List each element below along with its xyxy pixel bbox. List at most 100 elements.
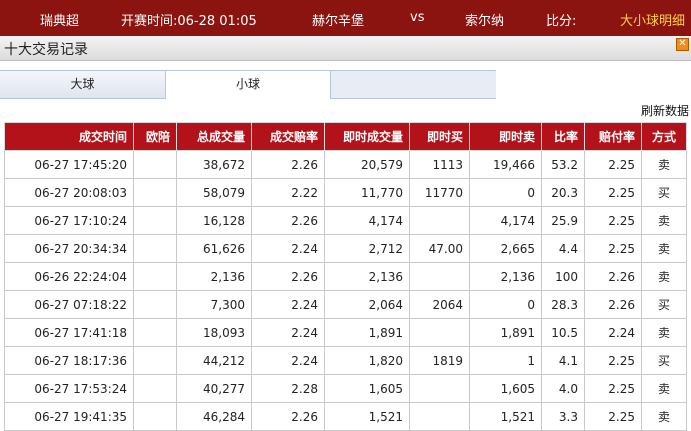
cell-ratio: 10.5 (541, 318, 585, 347)
cell-trade-time: 06-27 20:34:34 (4, 234, 134, 263)
cell-instant-volume: 1,521 (324, 402, 410, 431)
cell-instant-volume: 11,770 (324, 178, 410, 207)
cell-ratio: 28.3 (541, 290, 585, 319)
cell-total-volume: 18,093 (176, 318, 252, 347)
cell-instant-volume: 20,579 (324, 150, 410, 179)
cell-total-volume: 38,672 (176, 150, 252, 179)
cell-instant-buy (409, 374, 470, 403)
tab-bar: 大球 小球 (0, 70, 496, 99)
cell-euro-odds (133, 206, 177, 235)
cell-trade-time: 06-27 17:45:20 (4, 150, 134, 179)
cell-total-volume: 46,284 (176, 402, 252, 431)
cell-instant-buy (409, 402, 470, 431)
cell-instant-sell: 1,605 (469, 374, 542, 403)
table-row: 06-27 20:34:34 61,626 2.24 2,712 47.00 2,665 4… (4, 234, 687, 263)
cell-payout-rate: 2.25 (584, 150, 642, 179)
tab-under[interactable]: 小球 (166, 71, 331, 99)
cell-method: 卖 (641, 234, 687, 263)
cell-total-volume: 40,277 (176, 374, 252, 403)
trade-records-table: 成交时间 欧陪 总成交量 成交赔率 即时成交量 即时买 即时卖 比率 赔付率 方… (4, 122, 687, 431)
cell-instant-sell: 0 (469, 290, 542, 319)
cell-instant-sell: 1 (469, 346, 542, 375)
cell-total-volume: 16,128 (176, 206, 252, 235)
cell-instant-buy: 47.00 (409, 234, 470, 263)
col-header-ratio: 比率 (541, 122, 585, 151)
kickoff-time: 开赛时间:06-28 01:05 (121, 14, 257, 29)
cell-instant-volume: 1,820 (324, 346, 410, 375)
cell-trade-time: 06-27 17:10:24 (4, 206, 134, 235)
cell-method: 买 (641, 346, 687, 375)
cell-instant-volume: 1,891 (324, 318, 410, 347)
refresh-data-link[interactable]: 刷新数据 (641, 102, 689, 119)
tab-over[interactable]: 大球 (0, 71, 166, 98)
cell-trade-odds: 2.24 (251, 346, 325, 375)
cell-trade-odds: 2.28 (251, 374, 325, 403)
table-row: 06-27 17:45:20 38,672 2.26 20,579 1113 19,466… (4, 150, 687, 179)
cell-instant-buy: 1819 (409, 346, 470, 375)
cell-instant-buy: 11770 (409, 178, 470, 207)
cell-instant-sell: 19,466 (469, 150, 542, 179)
cell-ratio: 100 (541, 262, 585, 291)
cell-trade-odds: 2.22 (251, 178, 325, 207)
away-team: 索尔纳 (465, 14, 505, 29)
cell-instant-sell: 0 (469, 178, 542, 207)
table-row: 06-27 17:10:24 16,128 2.26 4,174 4,174 25.9 2.… (4, 206, 687, 235)
cell-instant-sell: 2,665 (469, 234, 542, 263)
col-header-payout-rate: 赔付率 (584, 122, 642, 151)
cell-payout-rate: 2.25 (584, 234, 642, 263)
cell-method: 卖 (641, 206, 687, 235)
cell-trade-time: 06-27 18:17:36 (4, 346, 134, 375)
cell-method: 卖 (641, 150, 687, 179)
cell-ratio: 25.9 (541, 206, 585, 235)
cell-instant-sell: 2,136 (469, 262, 542, 291)
cell-total-volume: 2,136 (176, 262, 252, 291)
cell-method: 卖 (641, 402, 687, 431)
cell-payout-rate: 2.25 (584, 402, 642, 431)
cell-trade-time: 06-27 19:41:35 (4, 402, 134, 431)
cell-trade-odds: 2.26 (251, 206, 325, 235)
cell-euro-odds (133, 178, 177, 207)
col-header-trade-odds: 成交赔率 (251, 122, 325, 151)
cell-ratio: 4.4 (541, 234, 585, 263)
cell-payout-rate: 2.25 (584, 346, 642, 375)
panel-title: 十大交易记录 (4, 42, 88, 58)
cell-method: 卖 (641, 318, 687, 347)
score-label: 比分: (546, 14, 577, 29)
cell-trade-odds: 2.24 (251, 290, 325, 319)
cell-trade-odds: 2.24 (251, 318, 325, 347)
cell-trade-time: 06-26 22:24:04 (4, 262, 134, 291)
cell-instant-buy (409, 318, 470, 347)
cell-trade-time: 06-27 17:41:18 (4, 318, 134, 347)
col-header-trade-time: 成交时间 (4, 122, 134, 151)
table-header-row: 成交时间 欧陪 总成交量 成交赔率 即时成交量 即时买 即时卖 比率 赔付率 方… (4, 122, 687, 151)
table-row: 06-27 18:17:36 44,212 2.24 1,820 1819 1 4.1 2.2… (4, 346, 687, 375)
col-header-instant-buy: 即时买 (409, 122, 470, 151)
cell-total-volume: 44,212 (176, 346, 252, 375)
cell-trade-odds: 2.24 (251, 234, 325, 263)
table-row: 06-27 19:41:35 46,284 2.26 1,521 1,521 3.3 2.2… (4, 402, 687, 431)
table-row: 06-27 17:53:24 40,277 2.28 1,605 1,605 4.0 2.2… (4, 374, 687, 403)
cell-method: 买 (641, 178, 687, 207)
table-row: 06-26 22:24:04 2,136 2.26 2,136 2,136 100 2.26… (4, 262, 687, 291)
panel-titlebar: 十大交易记录 ✕ (0, 36, 691, 61)
cell-total-volume: 61,626 (176, 234, 252, 263)
cell-euro-odds (133, 374, 177, 403)
cell-instant-volume: 4,174 (324, 206, 410, 235)
cell-instant-volume: 2,712 (324, 234, 410, 263)
col-header-total-volume: 总成交量 (176, 122, 252, 151)
cell-trade-time: 06-27 07:18:22 (4, 290, 134, 319)
table-row: 06-27 17:41:18 18,093 2.24 1,891 1,891 10.5 2.… (4, 318, 687, 347)
cell-payout-rate: 2.26 (584, 262, 642, 291)
cell-ratio: 53.2 (541, 150, 585, 179)
cell-instant-volume: 2,064 (324, 290, 410, 319)
cell-trade-odds: 2.26 (251, 262, 325, 291)
cell-trade-odds: 2.26 (251, 402, 325, 431)
over-under-detail-link[interactable]: 大小球明细 (620, 10, 685, 29)
cell-total-volume: 7,300 (176, 290, 252, 319)
cell-method: 卖 (641, 374, 687, 403)
cell-payout-rate: 2.25 (584, 374, 642, 403)
home-team: 赫尔辛堡 (312, 14, 365, 29)
col-header-euro-odds: 欧陪 (133, 122, 177, 151)
col-header-instant-sell: 即时卖 (469, 122, 542, 151)
close-icon[interactable]: ✕ (676, 38, 689, 51)
